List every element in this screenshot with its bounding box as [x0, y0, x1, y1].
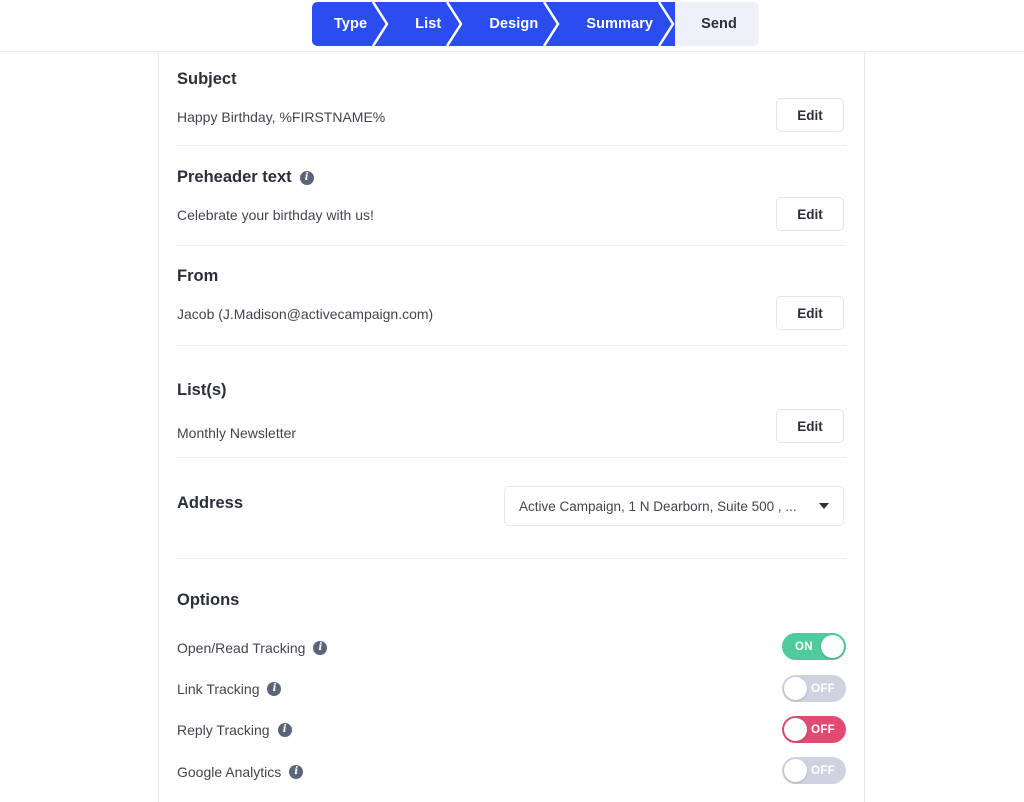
- step-type[interactable]: Type: [312, 2, 390, 46]
- from-heading: From: [177, 267, 219, 285]
- toggle-knob: [784, 677, 807, 700]
- toggle-reply-tracking[interactable]: OFF: [782, 716, 846, 743]
- chevron-right-icon: [543, 2, 561, 46]
- divider: [176, 345, 846, 346]
- lists-heading: List(s): [177, 381, 227, 399]
- toggle-link-tracking[interactable]: OFF: [782, 675, 846, 702]
- campaign-step-nav: Type List Design Summary Send: [312, 2, 759, 46]
- chevron-right-icon: [446, 2, 464, 46]
- step-send[interactable]: Send: [675, 2, 759, 46]
- info-icon[interactable]: i: [313, 641, 328, 655]
- preheader-value: Celebrate your birthday with us!: [177, 207, 374, 223]
- option-label: Reply Tracking: [177, 722, 270, 738]
- toggle-state-label: OFF: [811, 723, 835, 736]
- step-design-label: Design: [489, 16, 539, 32]
- option-row-reply-tracking: Reply Tracking i: [177, 722, 292, 738]
- info-icon[interactable]: i: [289, 765, 304, 779]
- info-icon[interactable]: i: [299, 170, 314, 185]
- subject-heading: Subject: [177, 70, 237, 88]
- toggle-state-label: OFF: [811, 764, 835, 777]
- option-row-google-analytics: Google Analytics i: [177, 764, 304, 780]
- from-value: Jacob (J.Madison@activecampaign.com): [177, 306, 434, 322]
- chevron-right-icon: [372, 2, 390, 46]
- address-select[interactable]: Active Campaign, 1 N Dearborn, Suite 500…: [504, 486, 844, 526]
- divider: [176, 457, 846, 458]
- option-row-link-tracking: Link Tracking i: [177, 681, 282, 697]
- info-icon[interactable]: i: [277, 723, 292, 737]
- option-label: Google Analytics: [177, 764, 282, 780]
- option-label: Link Tracking: [177, 681, 260, 697]
- toggle-open-read-tracking[interactable]: ON: [782, 633, 846, 660]
- toggle-google-analytics[interactable]: OFF: [782, 757, 846, 784]
- step-list-label: List: [415, 16, 442, 32]
- lists-value: Monthly Newsletter: [177, 425, 297, 441]
- toggle-knob: [784, 759, 807, 782]
- toggle-state-label: OFF: [811, 682, 835, 695]
- preheader-edit-button[interactable]: Edit: [776, 197, 844, 231]
- stepnav-bar: Type List Design Summary Send: [0, 0, 1024, 52]
- divider: [176, 558, 846, 559]
- subject-value: Happy Birthday, %FIRSTNAME%: [177, 109, 386, 125]
- toggle-knob: [784, 718, 807, 741]
- from-edit-button[interactable]: Edit: [776, 296, 844, 330]
- step-send-label: Send: [701, 16, 737, 32]
- summary-panel: Subject Happy Birthday, %FIRSTNAME% Edit…: [158, 52, 865, 802]
- toggle-state-label: ON: [795, 640, 813, 653]
- info-icon[interactable]: i: [267, 682, 282, 696]
- address-heading: Address: [177, 494, 244, 512]
- option-row-open-read-tracking: Open/Read Tracking i: [177, 640, 328, 656]
- chevron-down-icon: [819, 503, 829, 509]
- step-design[interactable]: Design: [463, 2, 561, 46]
- preheader-heading: Preheader text i: [177, 168, 314, 187]
- divider: [176, 145, 846, 146]
- step-list[interactable]: List: [389, 2, 464, 46]
- option-label: Open/Read Tracking: [177, 640, 306, 656]
- divider: [176, 245, 846, 246]
- step-type-label: Type: [334, 16, 368, 32]
- step-summary-label: Summary: [586, 16, 654, 32]
- options-heading: Options: [177, 591, 240, 609]
- address-select-value: Active Campaign, 1 N Dearborn, Suite 500…: [519, 498, 797, 514]
- subject-edit-button[interactable]: Edit: [776, 98, 844, 132]
- lists-edit-button[interactable]: Edit: [776, 409, 844, 443]
- chevron-right-icon: [658, 2, 676, 46]
- app-root: Type List Design Summary Send Subject Ha…: [0, 0, 1024, 802]
- toggle-knob: [821, 635, 844, 658]
- step-summary[interactable]: Summary: [560, 2, 676, 46]
- preheader-heading-label: Preheader text: [177, 168, 292, 186]
